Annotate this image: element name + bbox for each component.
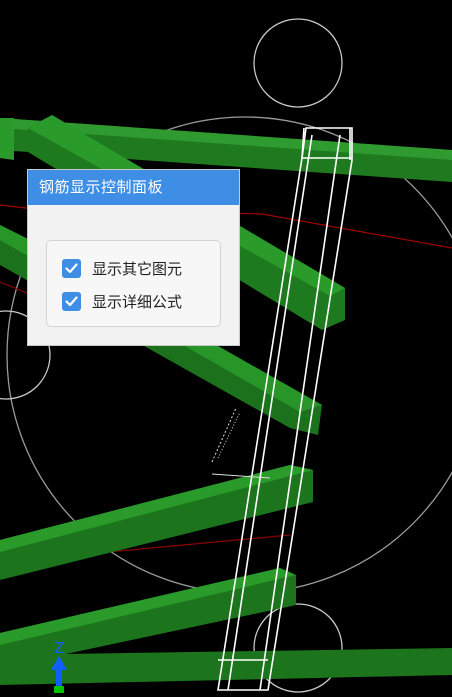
show-detailed-formula-checkbox[interactable]: [62, 291, 81, 311]
option-show-detailed-formula[interactable]: 显示详细公式: [62, 290, 182, 312]
z-axis-arrow-icon: Z: [51, 639, 67, 693]
options-group: 显示其它图元 显示详细公式: [46, 240, 221, 327]
rebar-display-control-panel: 钢筋显示控制面板 显示其它图元 显示详细公式: [27, 169, 240, 346]
show-detailed-formula-label: 显示详细公式: [92, 292, 183, 311]
rebar-left-edge: [0, 118, 14, 160]
top-small-circle: [253, 18, 343, 108]
check-icon: [65, 262, 78, 273]
scene-svg: [0, 18, 452, 693]
axis-indicator: Z: [44, 636, 76, 693]
panel-body: 显示其它图元 显示详细公式: [28, 205, 239, 345]
panel-title[interactable]: 钢筋显示控制面板: [28, 170, 239, 205]
show-other-elements-label: 显示其它图元: [92, 259, 183, 278]
3d-viewport[interactable]: [0, 0, 452, 693]
option-show-other-elements[interactable]: 显示其它图元: [62, 257, 182, 279]
z-axis-label: Z: [54, 639, 64, 657]
show-other-elements-checkbox[interactable]: [62, 258, 81, 278]
check-icon: [65, 295, 78, 306]
